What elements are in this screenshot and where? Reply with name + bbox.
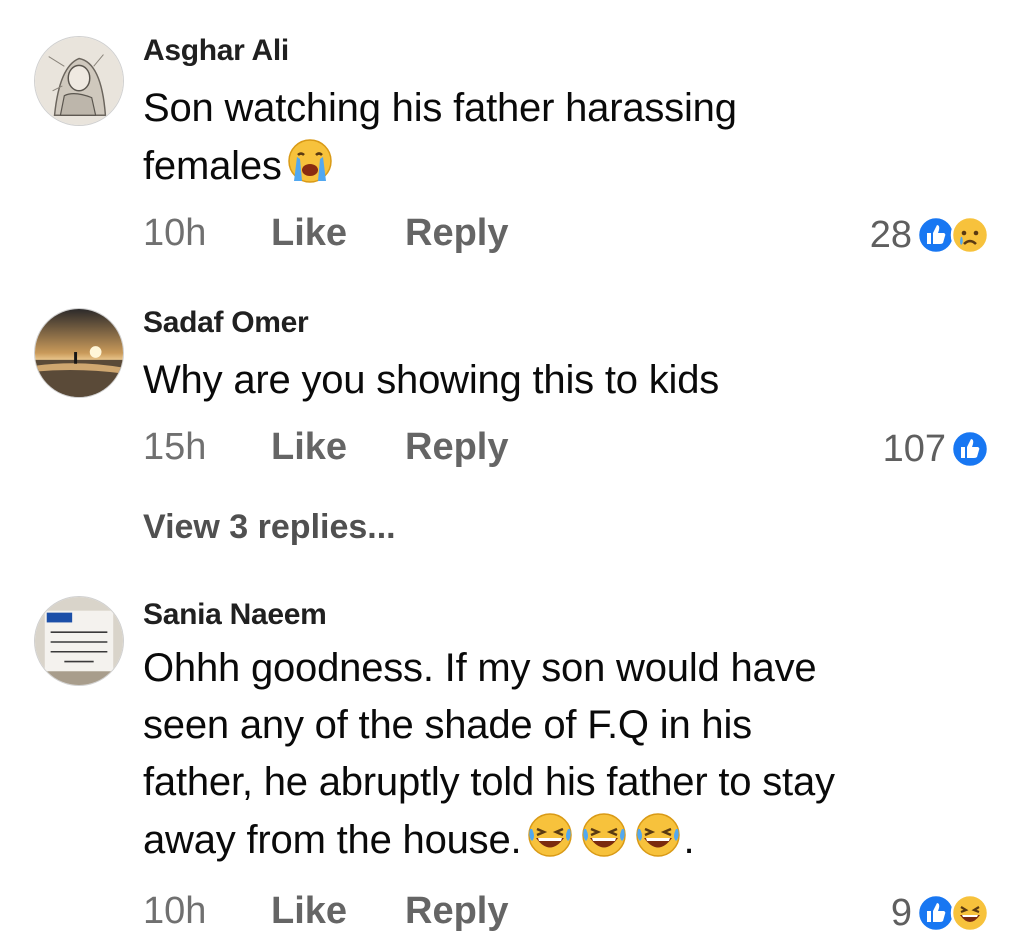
reply-button[interactable]: Reply [405,212,508,255]
comment-author[interactable]: Sadaf Omer [143,306,309,340]
avatar[interactable] [34,308,124,398]
sad-reaction-icon [950,215,990,255]
avatar-sketch-image [35,37,123,125]
reaction-summary[interactable]: 9 [891,888,990,938]
comment-line: father, he abruptly told his father to s… [143,760,835,804]
trailing-period: . [683,818,695,862]
like-button[interactable]: Like [271,890,347,933]
comment-author[interactable]: Sania Naeem [143,598,327,632]
reaction-count: 107 [882,427,946,470]
reaction-summary[interactable]: 107 [883,424,990,474]
haha-reaction-icon [950,893,990,933]
comment-timestamp: 10h [143,890,207,932]
laughing-face-emoji-icon [525,811,575,859]
comment-text: Son watching his father harassing female… [143,80,1003,195]
comment-line-text: away from the house. [143,818,522,862]
reply-button[interactable]: Reply [405,426,508,469]
reaction-count: 28 [869,213,912,256]
view-replies-link[interactable]: View 3 replies... [143,508,396,547]
comment-line: Ohhh goodness. If my son would have [143,646,817,690]
comment-timestamp: 10h [143,212,207,254]
comment-line: Why are you showing this to kids [143,358,720,402]
like-button[interactable]: Like [271,426,347,469]
comment-text: Ohhh goodness. If my son would have seen… [143,640,1003,869]
comment-line: away from the house. . [143,811,1003,869]
crying-face-emoji-icon [286,137,334,185]
avatar[interactable] [34,36,124,126]
laughing-face-emoji-icon [633,811,683,859]
avatar-urdu-sign-image [35,597,123,685]
avatar[interactable] [34,596,124,686]
comment-author[interactable]: Asghar Ali [143,34,289,68]
reply-button[interactable]: Reply [405,890,508,933]
reaction-count: 9 [890,891,912,934]
comment-line-text: females [143,144,282,188]
comment-text: Why are you showing this to kids [143,352,1003,409]
comment-line: Son watching his father harassing [143,86,737,130]
avatar-sunset-image [35,309,123,397]
like-reaction-icon [950,429,990,469]
comment-timestamp: 15h [143,426,207,468]
comment-line: seen any of the shade of F.Q in his [143,703,752,747]
laughing-face-emoji-icon [579,811,629,859]
like-button[interactable]: Like [271,212,347,255]
comment-line: females [143,137,1003,195]
reaction-summary[interactable]: 28 [870,210,990,260]
